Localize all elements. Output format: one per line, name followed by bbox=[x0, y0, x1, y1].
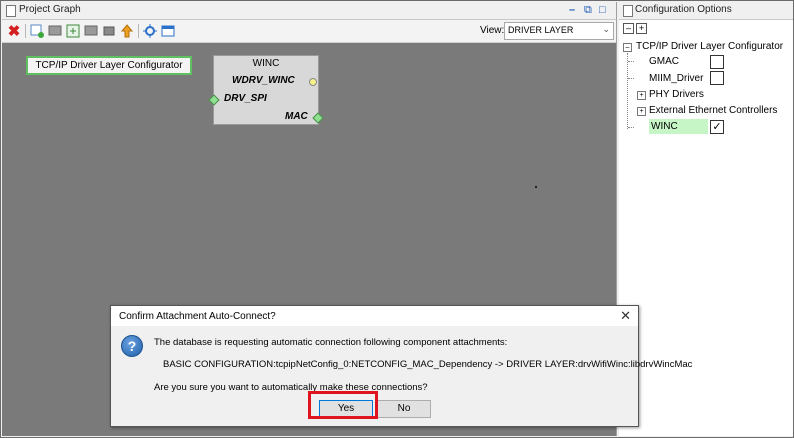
configuration-options-titlebar: Configuration Options bbox=[619, 2, 793, 20]
mac-port[interactable] bbox=[312, 112, 324, 124]
tree-line bbox=[627, 53, 628, 129]
expand-icon[interactable]: + bbox=[637, 91, 646, 100]
yes-button-highlight bbox=[308, 391, 378, 419]
toolbar-separator bbox=[138, 24, 139, 38]
view-dropdown-value: DRIVER LAYER bbox=[508, 25, 574, 35]
panel-icon bbox=[623, 5, 633, 17]
export-icon[interactable] bbox=[65, 23, 81, 39]
arrow-up-icon[interactable] bbox=[119, 23, 135, 39]
window-icon[interactable] bbox=[160, 23, 176, 39]
project-graph-title: Project Graph bbox=[19, 4, 81, 15]
configuration-options-toolbar: – + bbox=[619, 20, 793, 38]
configuration-options-panel: Configuration Options – + – TCP/IP Drive… bbox=[619, 2, 793, 436]
tree-item-gmac: GMAC bbox=[649, 56, 679, 67]
gmac-checkbox[interactable] bbox=[710, 55, 724, 69]
project-graph-titlebar: Project Graph – ⧉ □ bbox=[2, 2, 616, 20]
miim-driver-checkbox[interactable] bbox=[710, 71, 724, 85]
no-button[interactable]: No bbox=[377, 400, 431, 418]
tree-root[interactable]: TCP/IP Driver Layer Configurator bbox=[636, 39, 783, 54]
chevron-down-icon: ⌄ bbox=[602, 24, 610, 34]
collapse-icon[interactable]: – bbox=[623, 43, 632, 52]
configuration-options-title: Configuration Options bbox=[635, 4, 732, 15]
canvas-dot bbox=[535, 186, 537, 188]
tree-item-miim-driver: MIIM_Driver bbox=[649, 73, 704, 84]
component-icon[interactable] bbox=[47, 23, 63, 39]
tree-line bbox=[628, 61, 634, 62]
view-label: View: bbox=[480, 25, 505, 36]
dialog-title: Confirm Attachment Auto-Connect? bbox=[119, 311, 276, 322]
drv-spi-port-label: DRV_SPI bbox=[224, 93, 267, 104]
maximize-icon[interactable]: □ bbox=[599, 4, 606, 16]
winc-component-node[interactable]: WINC WDRV_WINC DRV_SPI MAC bbox=[208, 55, 324, 125]
project-graph-toolbar: ✖ View: DRIVER LAYER ⌄ bbox=[2, 20, 616, 43]
tcpip-configurator-node[interactable]: TCP/IP Driver Layer Configurator bbox=[26, 56, 192, 75]
close-icon[interactable]: ✕ bbox=[620, 308, 631, 324]
wdrv-winc-port-label: WDRV_WINC bbox=[232, 75, 295, 86]
tree-line bbox=[628, 127, 634, 128]
question-icon: ? bbox=[121, 335, 143, 357]
delete-icon[interactable]: ✖ bbox=[6, 23, 22, 40]
minimize-icon[interactable]: – bbox=[569, 4, 575, 16]
dialog-connection-detail: BASIC CONFIGURATION:tcpipNetConfig_0:NET… bbox=[163, 359, 693, 370]
expand-icon[interactable]: + bbox=[637, 107, 646, 116]
import-icon[interactable] bbox=[101, 23, 117, 39]
winc-node-title: WINC bbox=[252, 58, 280, 69]
tree-item-phy-drivers[interactable]: PHY Drivers bbox=[649, 87, 704, 102]
expand-all-icon[interactable]: + bbox=[636, 23, 647, 34]
dialog-message: The database is requesting automatic con… bbox=[154, 337, 508, 348]
tree-item-winc: WINC bbox=[649, 119, 708, 134]
view-dropdown[interactable]: DRIVER LAYER ⌄ bbox=[504, 22, 614, 40]
add-component-icon[interactable] bbox=[29, 23, 45, 39]
connect-icon[interactable] bbox=[142, 23, 158, 39]
tree-item-external-ethernet-controllers[interactable]: External Ethernet Controllers bbox=[649, 103, 777, 118]
wdrv-winc-port[interactable] bbox=[309, 78, 317, 86]
drv-spi-port[interactable] bbox=[208, 94, 220, 106]
collapse-all-icon[interactable]: – bbox=[623, 23, 634, 34]
tree-line bbox=[628, 78, 634, 79]
mac-port-label: MAC bbox=[285, 111, 308, 122]
dialog-question: Are you sure you want to automatically m… bbox=[154, 382, 428, 393]
toolbar-separator bbox=[25, 24, 26, 38]
component-icon[interactable] bbox=[83, 23, 99, 39]
winc-checkbox[interactable]: ✓ bbox=[710, 120, 724, 134]
restore-icon[interactable]: ⧉ bbox=[584, 4, 592, 16]
panel-icon bbox=[6, 5, 16, 17]
